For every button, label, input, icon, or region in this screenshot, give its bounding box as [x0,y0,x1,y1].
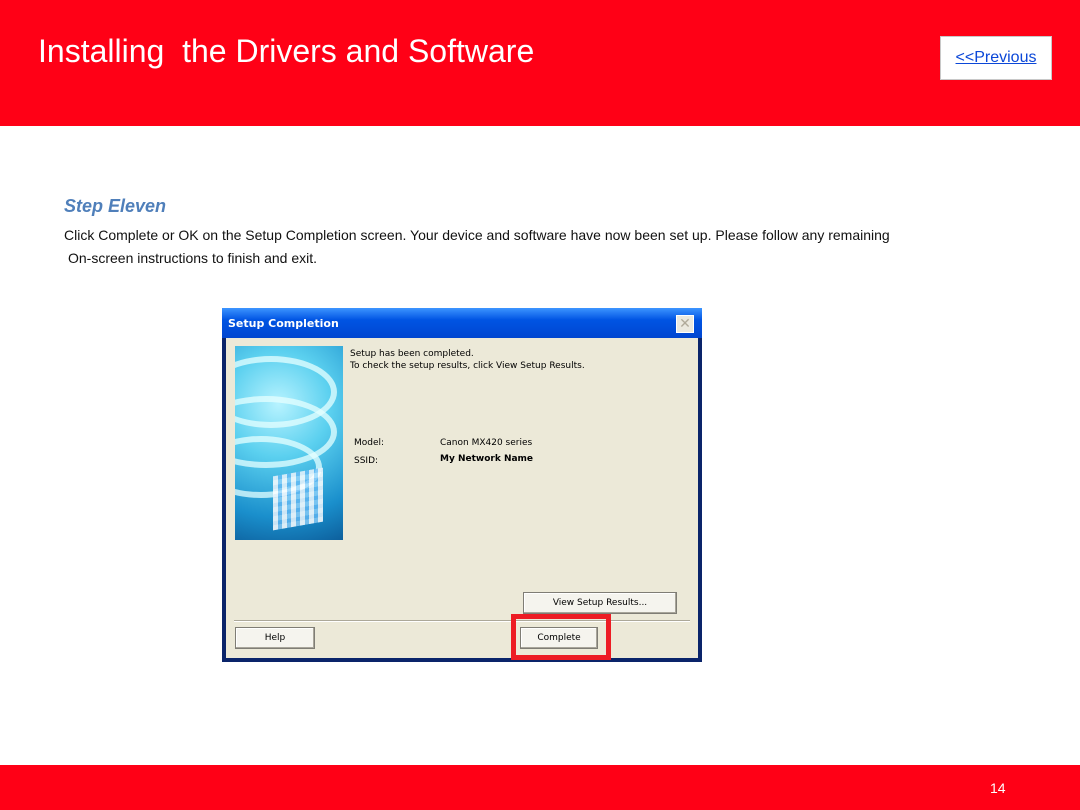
step-description: Click Complete or OK on the Setup Comple… [64,224,984,270]
dialog-body: Setup has been completed. To check the s… [226,338,698,658]
dialog-title: Setup Completion [228,317,339,330]
ssid-value: My Network Name [440,454,534,464]
step-title: Step Eleven [64,196,167,216]
model-label: Model: [354,438,385,448]
completion-message: Setup has been completed. To check the s… [350,348,585,372]
page-title: Installing the Drivers and Software [38,33,535,69]
ssid-label: SSID: [354,456,379,466]
dialog-titlebar: Setup Completion ✕ [222,308,702,338]
page-number: 14 [990,780,1006,796]
description-line-2: On-screen instructions to finish and exi… [68,250,318,266]
completion-message-line-1: Setup has been completed. [350,349,474,359]
previous-link[interactable]: <<Previous [956,49,1037,67]
model-value: Canon MX420 series [440,438,533,448]
help-button[interactable]: Help [235,627,315,649]
previous-button[interactable]: <<Previous [940,36,1052,80]
footer-bar [0,765,1080,810]
complete-button-highlight [511,614,611,660]
close-icon[interactable]: ✕ [676,315,694,333]
dialog-separator [234,620,690,622]
completion-message-line-2: To check the setup results, click View S… [350,361,585,371]
setup-completion-dialog: Setup Completion ✕ Setup has been comple… [222,308,702,662]
description-line-1: Click Complete or OK on the Setup Comple… [64,227,890,243]
setup-illustration [235,346,343,540]
view-setup-results-button[interactable]: View Setup Results... [523,592,677,614]
